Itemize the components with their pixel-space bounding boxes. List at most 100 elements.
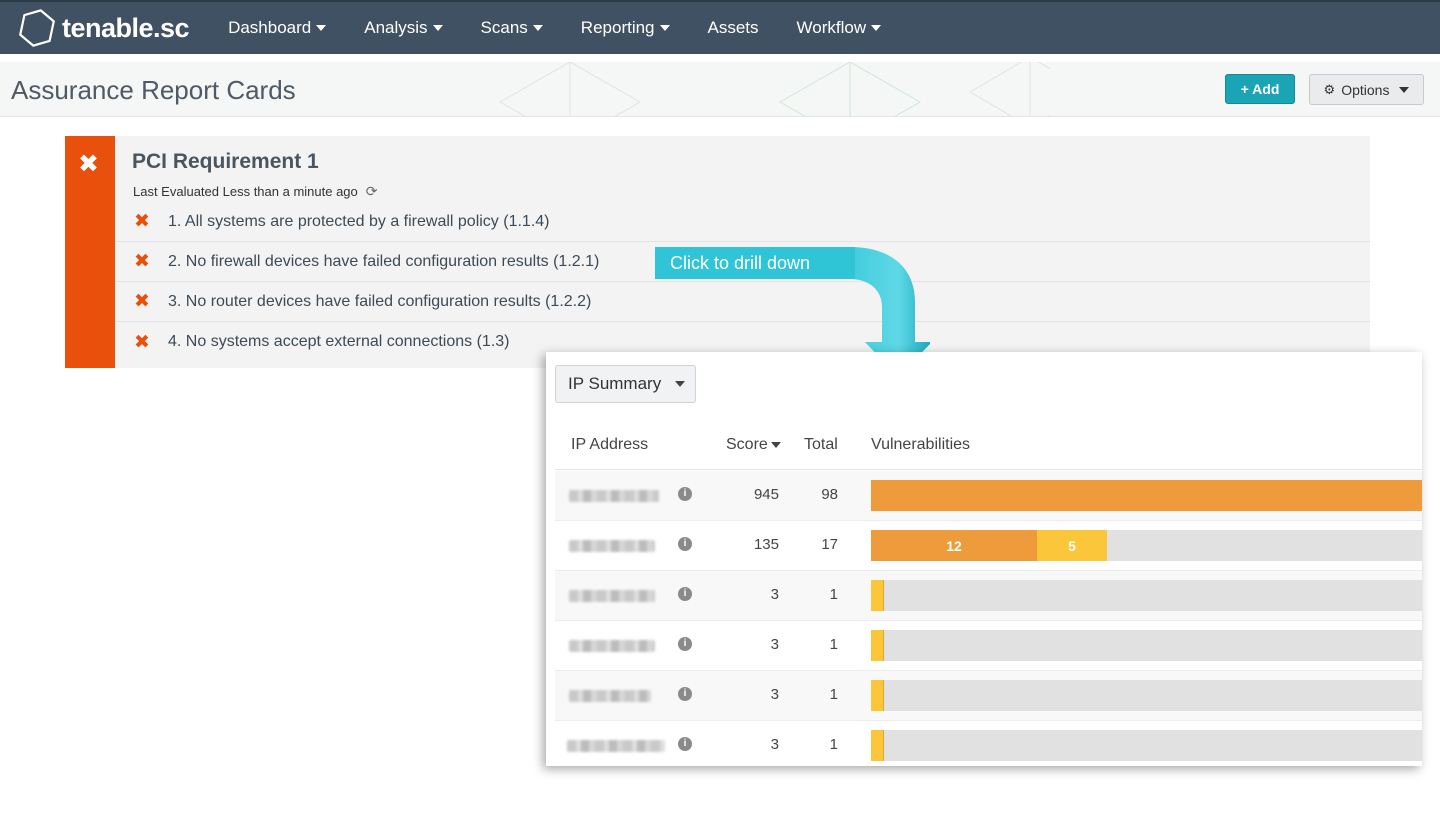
info-icon[interactable]: i — [678, 487, 692, 501]
vulnerability-bar[interactable]: 12 5 — [871, 530, 1422, 561]
caret-down-icon — [316, 25, 327, 31]
options-button[interactable]: ⚙ Options — [1309, 74, 1424, 105]
score-cell: 3 — [770, 586, 779, 603]
ip-address-redacted — [569, 590, 655, 602]
nav-dashboard[interactable]: Dashboard — [228, 18, 327, 38]
caret-down-icon — [871, 25, 882, 31]
caret-down-icon — [532, 25, 543, 31]
sort-desc-icon — [770, 441, 781, 448]
ip-summary-rows: i 945 98 i 135 17 12 5 i 3 1 i 3 1 i 3 1… — [555, 471, 1422, 766]
info-icon[interactable]: i — [678, 537, 692, 551]
nav-analysis[interactable]: Analysis — [364, 18, 443, 38]
header-background-pattern — [498, 62, 1050, 116]
info-icon[interactable]: i — [678, 687, 692, 701]
score-cell: 3 — [770, 736, 779, 753]
refresh-icon[interactable]: ⟳ — [366, 183, 378, 200]
score-cell: 3 — [770, 636, 779, 653]
column-header-total[interactable]: Total — [804, 436, 838, 454]
logo[interactable]: tenable.sc — [18, 8, 190, 48]
card-title: PCI Requirement 1 — [132, 150, 319, 173]
requirement-item[interactable]: ✖ 1. All systems are protected by a fire… — [115, 202, 1370, 242]
nav-reporting[interactable]: Reporting — [581, 18, 670, 38]
vulnerability-bar[interactable] — [871, 630, 1422, 661]
top-nav: tenable.sc Dashboard Analysis Scans Repo… — [0, 0, 1440, 54]
nav-label: Assets — [707, 18, 759, 37]
medium-severity-segment[interactable] — [871, 680, 884, 711]
nav-scans[interactable]: Scans — [481, 18, 543, 38]
table-row[interactable]: i 3 1 — [555, 621, 1422, 671]
gear-icon: ⚙ — [1323, 81, 1336, 97]
fail-icon: ✖ — [134, 331, 150, 353]
table-row[interactable]: i 3 1 — [555, 721, 1422, 766]
high-severity-segment[interactable] — [871, 480, 1422, 511]
column-header-ip[interactable]: IP Address — [571, 436, 648, 454]
score-cell: 945 — [753, 486, 779, 503]
fail-icon: ✖ — [134, 291, 150, 312]
logo-text: tenable.sc — [62, 12, 190, 43]
fail-icon: ✖ — [78, 150, 99, 178]
info-icon[interactable]: i — [678, 587, 692, 601]
column-header-score[interactable]: Score — [726, 436, 781, 454]
ip-address-redacted — [569, 490, 659, 502]
caret-down-icon — [659, 25, 670, 31]
nav-assets[interactable]: Assets — [708, 18, 759, 38]
nav-workflow[interactable]: Workflow — [797, 18, 882, 38]
last-evaluated: Last Evaluated Less than a minute ago ⟳ — [133, 183, 378, 200]
options-label: Options — [1341, 81, 1390, 98]
info-icon[interactable]: i — [678, 637, 692, 651]
medium-severity-segment[interactable] — [871, 580, 884, 611]
high-severity-segment[interactable]: 12 — [871, 530, 1037, 561]
requirement-item[interactable]: ✖ 3. No router devices have failed confi… — [115, 282, 1370, 322]
nav-label: Reporting — [580, 18, 655, 37]
ip-address-redacted — [569, 690, 651, 702]
total-cell: 1 — [829, 686, 838, 703]
medium-severity-segment[interactable] — [871, 630, 884, 661]
score-cell: 135 — [753, 536, 779, 553]
caret-down-icon — [432, 25, 443, 31]
caret-down-icon — [675, 381, 686, 387]
tool-select-dropdown[interactable]: IP Summary — [555, 365, 696, 403]
medium-severity-segment[interactable]: 5 — [1037, 530, 1107, 561]
score-cell: 3 — [770, 686, 779, 703]
column-header-vulnerabilities[interactable]: Vulnerabilities — [871, 436, 970, 454]
last-evaluated-text: Last Evaluated Less than a minute ago — [133, 184, 358, 199]
table-row[interactable]: i 945 98 — [555, 471, 1422, 521]
add-button[interactable]: + Add — [1225, 74, 1295, 104]
nav-label: Scans — [480, 18, 528, 37]
ip-address-redacted — [567, 740, 665, 752]
column-header-score-label: Score — [726, 436, 768, 453]
total-cell: 17 — [821, 536, 838, 553]
fail-status-stripe: ✖ — [65, 136, 115, 368]
info-icon[interactable]: i — [678, 737, 692, 751]
total-cell: 1 — [829, 636, 838, 653]
requirement-text: 3. No router devices have failed configu… — [168, 292, 592, 310]
page-header: Assurance Report Cards + Add ⚙ Options — [0, 62, 1440, 117]
table-row[interactable]: i 135 17 12 5 — [555, 521, 1422, 571]
caret-down-icon — [1399, 86, 1410, 93]
nav-label: Workflow — [796, 18, 867, 37]
table-header: IP Address Score Total Vulnerabilities — [555, 426, 1422, 470]
requirement-list: ✖ 1. All systems are protected by a fire… — [115, 202, 1370, 362]
vulnerability-bar[interactable] — [871, 680, 1422, 711]
vulnerability-bar[interactable] — [871, 580, 1422, 611]
requirement-text: 1. All systems are protected by a firewa… — [168, 212, 550, 230]
requirement-text: 4. No systems accept external connection… — [168, 333, 510, 350]
logo-hexagon-icon — [19, 9, 55, 47]
medium-severity-segment[interactable] — [871, 730, 884, 761]
total-cell: 98 — [821, 486, 838, 503]
drill-down-callout: Click to drill down — [655, 247, 855, 279]
table-row[interactable]: i 3 1 — [555, 671, 1422, 721]
ip-summary-panel: IP Summary IP Address Score Total Vulner… — [546, 352, 1422, 766]
ip-address-redacted — [569, 640, 655, 652]
nav-label: Dashboard — [228, 18, 312, 37]
page-title: Assurance Report Cards — [11, 75, 296, 105]
tool-select-label: IP Summary — [568, 374, 662, 393]
fail-icon: ✖ — [134, 251, 150, 272]
table-row[interactable]: i 3 1 — [555, 571, 1422, 621]
vulnerability-bar[interactable] — [871, 730, 1422, 761]
requirement-text: 2. No firewall devices have failed confi… — [168, 252, 600, 270]
total-cell: 1 — [829, 736, 838, 753]
ip-address-redacted — [569, 540, 655, 552]
total-cell: 1 — [829, 586, 838, 603]
vulnerability-bar[interactable] — [871, 480, 1422, 511]
